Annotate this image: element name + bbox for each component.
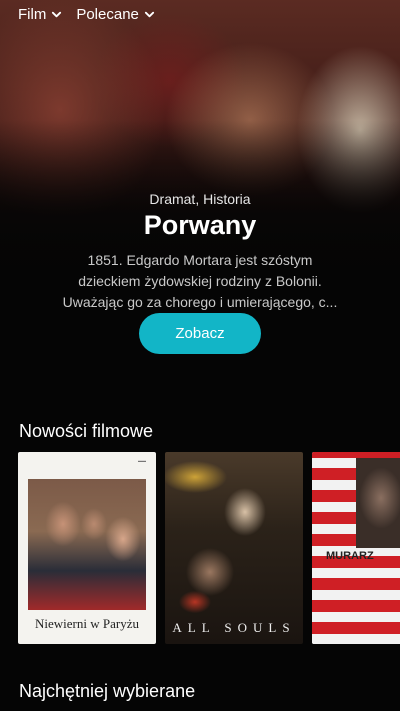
nav-dropdown-film[interactable]: Film [18,6,62,23]
section-title-new-movies: Nowości filmowe [19,421,154,441]
watch-button[interactable]: Zobacz [139,313,261,354]
hero-description-line: 1851. Edgardo Mortara jest szóstym [87,252,313,268]
poster-card[interactable]: ▬▬ Niewierni w Paryżu [18,452,156,644]
poster-image [356,458,400,548]
top-nav: Film Polecane [18,6,155,23]
poster-carousel[interactable]: ▬▬ Niewierni w Paryżu ALL SOULS MURARZ [18,452,400,644]
chevron-down-icon [144,11,154,18]
hero-description-line: dzieckiem żydowskiej rodziny z Bolonii. [78,273,322,289]
nav-dropdown-polecane[interactable]: Polecane [76,6,155,23]
poster-card[interactable]: MURARZ [312,452,400,644]
hero-description-line: Uważając go za chorego i umierającego, c… [62,294,338,310]
hero-description: 1851. Edgardo Mortara jest szóstym dziec… [40,250,360,313]
poster-title: MURARZ [326,550,374,562]
hero-genres: Dramat, Historia [149,191,251,207]
chevron-down-icon [52,11,62,18]
nav-item-label: Polecane [76,6,139,23]
section-title-most-chosen: Najchętniej wybierane [19,681,196,701]
poster-image [28,479,146,610]
poster-card[interactable]: ALL SOULS [165,452,303,644]
poster-distributor-logo: ▬▬ [138,458,146,463]
hero-title: Porwany [143,210,257,240]
poster-title: Niewierni w Paryżu [35,616,139,631]
poster-title: ALL SOULS [172,620,296,635]
nav-item-label: Film [18,6,47,23]
